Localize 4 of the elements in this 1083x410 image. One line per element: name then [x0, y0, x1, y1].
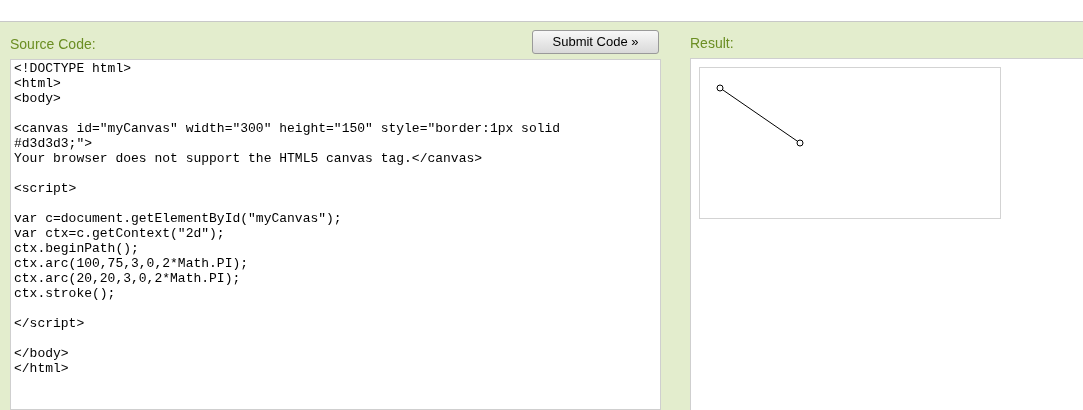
- section-label: Source Code:: [10, 35, 96, 54]
- code-editor[interactable]: <!DOCTYPE html> <html> <body> <canvas id="myCanvas" width="300" height="150" style="border:1px solid #d3d3d3;"> Your browser does not support the HTML5 canvas tag.</canvas> <script> var c=document.getElementById("myCanvas"); var ctx=c.getContext("2d"); ctx.beginPath(); ctx.arc(100,75,3,0,2*Math.PI); ctx.arc(20,20,3,0,2*Math.PI); ctx.stroke(); </script> </body> </html>: [10, 59, 661, 410]
- section-label: Result:: [690, 34, 734, 53]
- submit-button[interactable]: Submit Code »: [532, 30, 659, 54]
